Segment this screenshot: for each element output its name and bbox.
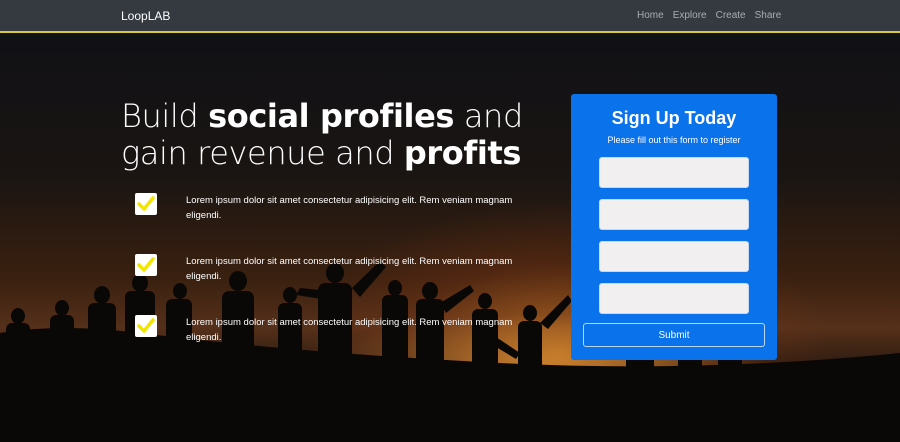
navbar: LoopLAB Home Explore Create Share: [0, 0, 900, 33]
feature-text: Lorem ipsum dolor sit amet consectetur a…: [186, 317, 513, 343]
hero-headline: Build social profiles and gain revenue a…: [121, 98, 561, 172]
checkmark-icon: [135, 315, 157, 337]
nav-link-create[interactable]: Create: [716, 10, 746, 21]
submit-button[interactable]: Submit: [583, 323, 765, 347]
signup-subtitle: Please fill out this form to register: [607, 135, 741, 145]
signup-field-1[interactable]: [599, 157, 749, 188]
nav-link-share[interactable]: Share: [755, 10, 782, 21]
nav-link-home[interactable]: Home: [637, 10, 664, 21]
signup-field-4[interactable]: [599, 283, 749, 314]
headline-bold-2: profits: [403, 134, 522, 172]
signup-card: Sign Up Today Please fill out this form …: [571, 94, 777, 360]
nav-link-explore[interactable]: Explore: [673, 10, 707, 21]
signup-title: Sign Up Today: [611, 108, 737, 128]
brand-logo[interactable]: LoopLAB: [121, 9, 170, 23]
checkmark-icon: [135, 254, 157, 276]
checkmark-icon: [135, 193, 157, 215]
hero-section: Build social profiles and gain revenue a…: [0, 33, 900, 442]
feature-text: Lorem ipsum dolor sit amet consectetur a…: [186, 256, 513, 282]
signup-field-3[interactable]: [599, 241, 749, 272]
nav-links: Home Explore Create Share: [637, 10, 781, 21]
feature-text: Lorem ipsum dolor sit amet consectetur a…: [186, 195, 513, 221]
headline-part-1: Build: [121, 97, 209, 135]
headline-bold-1: social profiles: [208, 97, 455, 135]
signup-field-2[interactable]: [599, 199, 749, 230]
